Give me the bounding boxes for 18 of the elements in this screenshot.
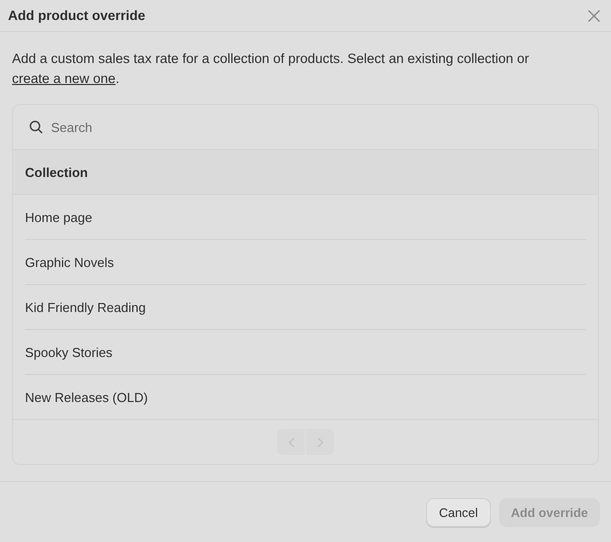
collection-row[interactable]: Graphic Novels (25, 240, 586, 285)
search-icon (29, 120, 43, 134)
cancel-button[interactable]: Cancel (426, 498, 491, 527)
dialog-title: Add product override (8, 8, 146, 23)
collection-row[interactable]: Home page (25, 195, 586, 240)
close-button[interactable] (587, 8, 601, 22)
table-cell: Home page (25, 210, 92, 224)
search-field[interactable]: Search (51, 113, 582, 141)
table-cell: Graphic Novels (25, 254, 114, 270)
collection-row[interactable]: New Releases (OLD) (25, 375, 586, 419)
collection-row[interactable]: Spooky Stories (25, 330, 586, 375)
table-cell: New Releases (OLD) (25, 390, 148, 404)
collection-row[interactable]: Kid Friendly Reading (25, 285, 586, 330)
table-cell: Kid Friendly Reading (25, 300, 146, 314)
create-link[interactable]: create a new one (12, 71, 116, 86)
description-text: Add a custom sales tax rate for a collection of products. Select an existing collection or create a new one. (12, 50, 530, 88)
column-header: Collection (25, 164, 88, 180)
table-cell: Spooky Stories (25, 344, 112, 360)
